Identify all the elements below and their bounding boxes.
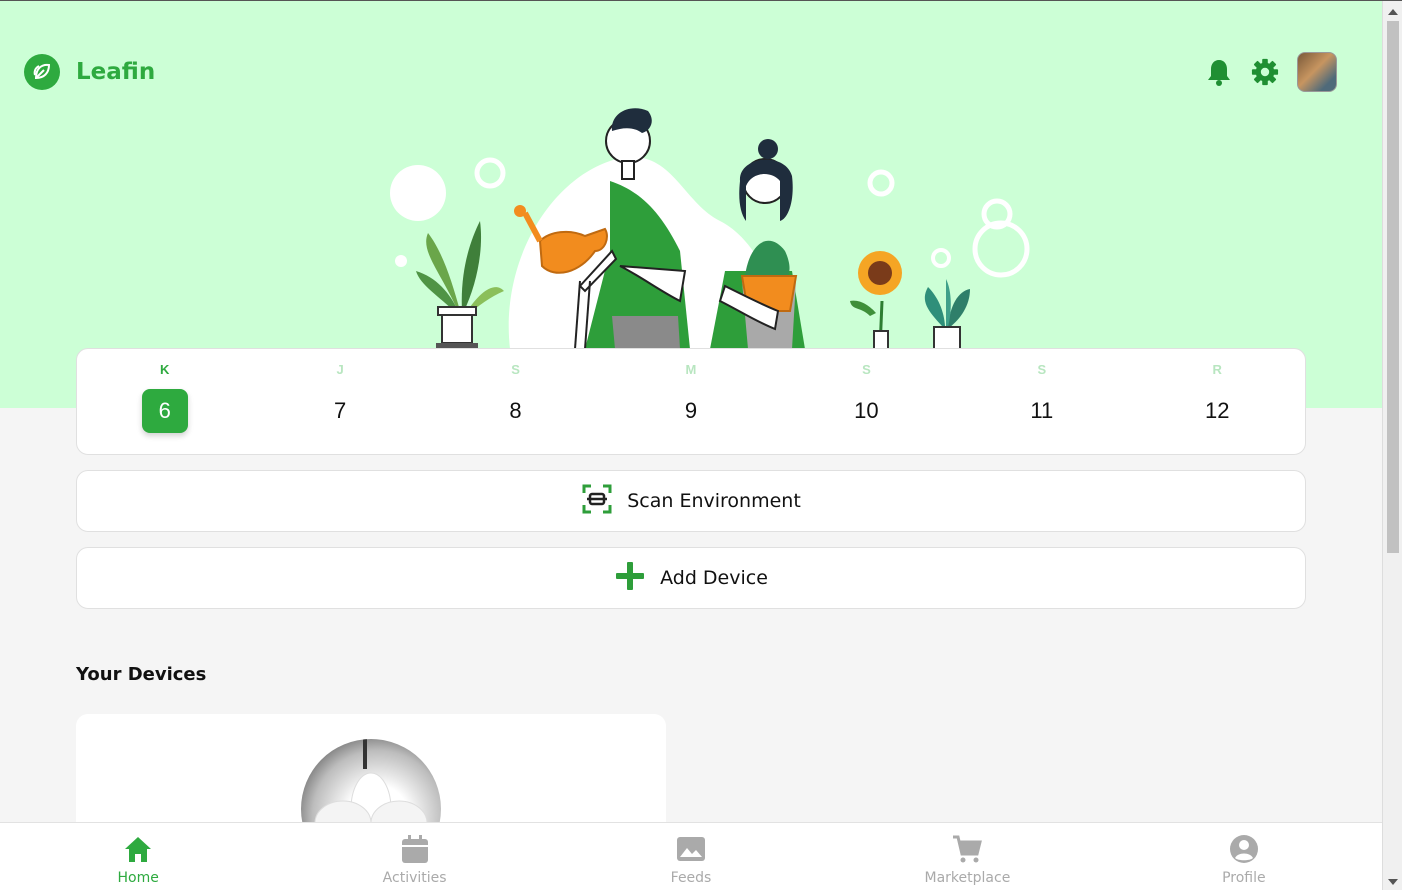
page-scrollbar[interactable] [1382, 1, 1402, 890]
day-number: 12 [1204, 398, 1230, 423]
nav-label: Activities [382, 870, 447, 886]
calendar-day[interactable]: R 12 [1130, 349, 1305, 454]
day-letter: J [336, 362, 344, 377]
cart-icon [951, 833, 983, 865]
hero-banner: Leafin [0, 1, 1382, 408]
scroll-thumb[interactable] [1387, 21, 1399, 553]
nav-label: Profile [1222, 870, 1266, 886]
avatar[interactable] [1297, 52, 1337, 92]
day-letter: M [685, 362, 697, 377]
image-icon [675, 833, 707, 865]
day-number: 10 [854, 398, 879, 423]
day-letter: R [1212, 362, 1222, 377]
leaf-logo-icon [24, 54, 60, 90]
home-icon [122, 833, 154, 865]
app-name: Leafin [76, 59, 156, 85]
nav-item-activities[interactable]: Activities [276, 823, 552, 890]
calendar-day[interactable]: M 9 [603, 349, 778, 454]
profile-icon [1228, 833, 1260, 865]
scan-environment-label: Scan Environment [627, 490, 801, 512]
nav-label: Home [117, 870, 159, 886]
day-letter: S [862, 362, 871, 377]
nav-item-feeds[interactable]: Feeds [553, 823, 829, 890]
day-letter: K [160, 362, 170, 377]
scroll-up-arrow-icon[interactable] [1388, 9, 1398, 15]
week-calendar: K 6 J 7 S 8 M 9 S 10 S 11 R 12 [76, 348, 1306, 455]
calendar-day[interactable]: J 7 [252, 349, 427, 454]
add-device-label: Add Device [660, 567, 768, 589]
nav-label: Marketplace [924, 870, 1011, 886]
app-logo[interactable]: Leafin [24, 54, 155, 90]
add-device-button[interactable]: Add Device [76, 547, 1306, 609]
nav-label: Feeds [670, 870, 712, 886]
calendar-day[interactable]: S 8 [428, 349, 603, 454]
scroll-down-arrow-icon[interactable] [1388, 879, 1398, 885]
day-number: 7 [334, 398, 347, 423]
gardeners-illustration [390, 108, 1030, 349]
calendar-day[interactable]: S 10 [779, 349, 954, 454]
scan-environment-button[interactable]: Scan Environment [76, 470, 1306, 532]
nav-item-marketplace[interactable]: Marketplace [829, 823, 1105, 890]
calendar-day[interactable]: K 6 [77, 349, 252, 454]
calendar-day[interactable]: S 11 [954, 349, 1129, 454]
day-letter: S [511, 362, 520, 377]
day-number: 11 [1030, 398, 1054, 423]
your-devices-title: Your Devices [76, 664, 207, 685]
plus-icon [614, 560, 646, 597]
scan-icon [581, 483, 613, 520]
bell-icon[interactable] [1205, 58, 1233, 86]
nav-item-profile[interactable]: Profile [1106, 823, 1382, 890]
day-number: 6 [141, 389, 188, 433]
day-letter: S [1037, 362, 1047, 377]
day-number: 9 [684, 398, 698, 423]
bottom-navigation: Home Activities Feeds Marketplace Profil… [0, 822, 1382, 890]
nav-item-home[interactable]: Home [0, 823, 276, 890]
gear-icon[interactable] [1251, 58, 1279, 86]
day-number: 8 [509, 398, 522, 423]
calendar-icon [399, 833, 431, 865]
